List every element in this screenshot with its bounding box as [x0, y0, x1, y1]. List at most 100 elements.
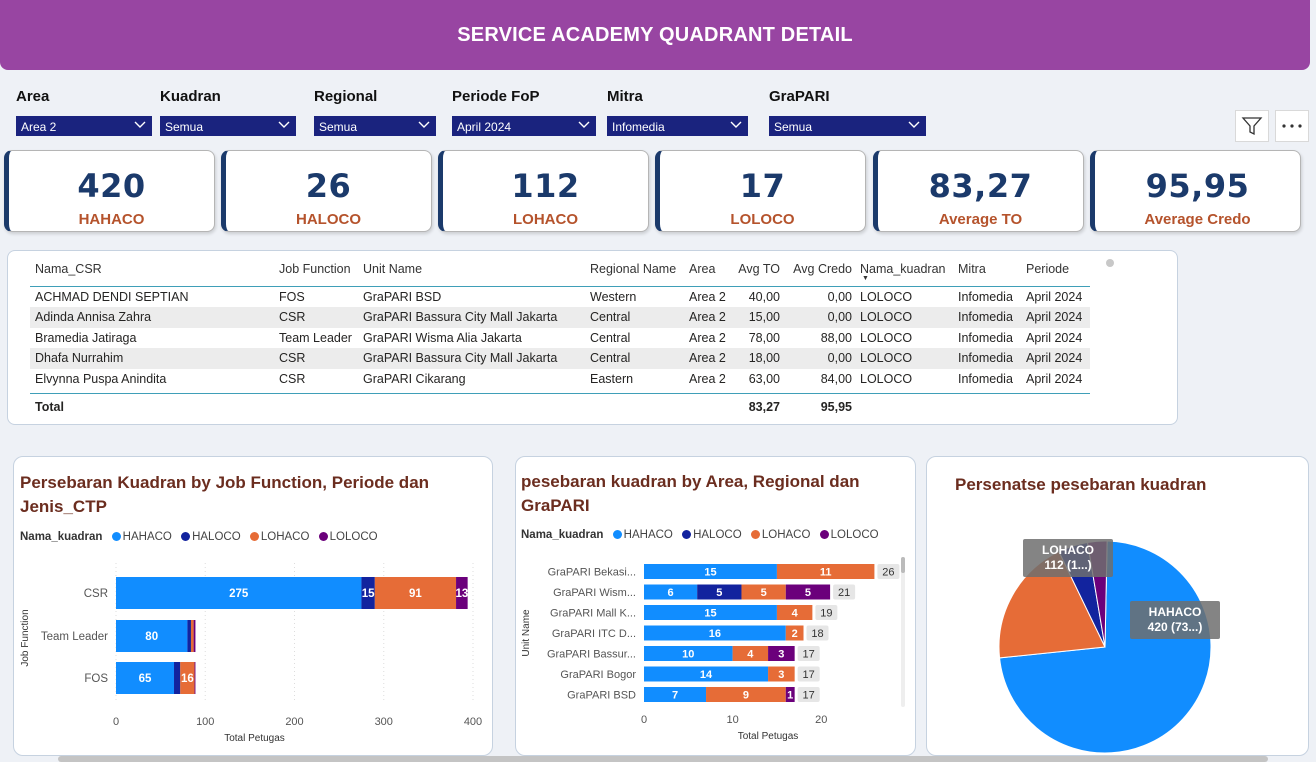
table-cell: April 2024 — [1026, 310, 1083, 325]
filter-area-label: Area — [16, 88, 50, 105]
legend-title: Nama_kuadran — [521, 529, 604, 541]
legend-item[interactable]: HAHACO — [624, 529, 673, 541]
y-category-label: GraPARI Bogor — [560, 669, 636, 681]
table-cell: Infomedia — [958, 310, 1013, 325]
chart-title: Persenatse pesebaran kuadran — [955, 475, 1207, 494]
legend-marker — [612, 530, 622, 539]
filter-grapari-value: Semua — [774, 120, 813, 134]
table-row[interactable]: ACHMAD DENDI SEPTIAN FOS GraPARI BSD Wester… — [30, 287, 1090, 307]
chart-legend: Nama_kuadran HAHACO HALOCO LOHACO LOLOCO — [20, 531, 378, 543]
table-cell: CSR — [279, 371, 306, 386]
kpi-average-to: 83,27 Average TO — [873, 150, 1084, 232]
bar-data-label: 10 — [682, 649, 694, 661]
chart-title: pesebaran kuadran by Area, Regional dan … — [521, 472, 860, 515]
x-tick-label: 10 — [726, 714, 738, 726]
page-scrollbar[interactable] — [58, 756, 1268, 762]
table-cell: CSR — [279, 351, 306, 366]
chevron-down-icon — [908, 121, 920, 128]
table-cell: 18,00 — [748, 351, 780, 366]
y-axis-title: Job Function — [20, 609, 31, 666]
table-cell: GraPARI Wisma Alia Jakarta — [363, 330, 522, 345]
legend-item[interactable]: LOHACO — [261, 531, 310, 543]
filter-grapari-label: GraPARI — [769, 88, 830, 105]
kpi-label: Average Credo — [1144, 211, 1251, 228]
total-label: Total — [35, 399, 64, 414]
legend-item[interactable]: HAHACO — [123, 531, 172, 543]
table-cell: ACHMAD DENDI SEPTIAN — [35, 290, 189, 304]
chart-scrollbar-thumb — [901, 557, 905, 573]
filter-pane-button[interactable] — [1235, 110, 1269, 142]
table-cell: LOLOCO — [860, 310, 913, 325]
table-cell: Infomedia — [958, 351, 1013, 366]
table-cell: 78,00 — [748, 330, 780, 345]
table-cell: Western — [590, 290, 637, 304]
filter-area-value: Area 2 — [21, 120, 57, 134]
table-row[interactable]: Adinda Annisa Zahra CSR GraPARI Bassura Ci… — [30, 307, 1090, 328]
table-cell: 15,00 — [748, 310, 780, 325]
table-cell: 63,00 — [748, 371, 780, 386]
bar-data-label: 11 — [820, 567, 832, 579]
table-row[interactable]: Elvynna Puspa Anindita CSR GraPARI Cikaran… — [30, 369, 1090, 389]
table-row[interactable]: Dhafa Nurrahim CSR GraPARI Bassura City Ma… — [30, 348, 1090, 369]
kuadran-pie-chart[interactable]: HAHACO420 (73...) LOHACO112 (1...) — [927, 507, 1308, 753]
table-cell: Area 2 — [689, 310, 726, 325]
legend-marker — [181, 532, 191, 541]
y-category-label: GraPARI BSD — [567, 690, 636, 702]
legend-item[interactable]: LOHACO — [762, 529, 811, 541]
filter-periode-label: Periode FoP — [452, 88, 540, 105]
kpi-label: LOHACO — [513, 211, 578, 228]
sort-desc-icon[interactable]: ▼ — [862, 275, 869, 282]
chevron-down-icon — [578, 121, 590, 128]
table-cell: Area 2 — [689, 371, 726, 386]
legend-item[interactable]: LOLOCO — [330, 531, 378, 543]
table-cell: Central — [590, 330, 631, 345]
table-row[interactable]: Bramedia Jatiraga Team Leader GraPARI Wism… — [30, 328, 1090, 348]
bar-segment-loloco — [193, 620, 196, 652]
filter-periode-dropdown[interactable]: April 2024 — [452, 116, 596, 136]
legend-marker — [249, 532, 259, 541]
job-function-bar-chart[interactable]: 0 100 200 300 400 Total Petugas Job Function CS… — [14, 553, 492, 753]
filter-area-dropdown[interactable]: Area 2 — [16, 116, 152, 136]
chevron-down-icon — [418, 121, 430, 128]
table-cell: Eastern — [590, 371, 634, 386]
kpi-label: LOLOCO — [730, 211, 795, 228]
legend-item[interactable]: LOLOCO — [831, 529, 879, 541]
grapari-bar-chart[interactable]: 0 10 20 Total Petugas Unit Name GraPARI Bekas… — [516, 553, 915, 749]
bar-segment-lohaco — [190, 620, 194, 652]
table-cell: 88,00 — [820, 330, 852, 345]
filter-regional-dropdown[interactable]: Semua — [314, 116, 436, 136]
detail-table: Nama_CSR Job Function Unit Name Regional Na… — [30, 259, 1090, 419]
filter-kuadran-dropdown[interactable]: Semua — [160, 116, 296, 136]
kpi-loloco: 17 LOLOCO — [655, 150, 866, 232]
bar-data-label: 1 — [787, 690, 793, 702]
bar-data-label: 15 — [362, 588, 375, 600]
table-cell: Area 2 — [689, 290, 726, 304]
filter-mitra-label: Mitra — [607, 88, 643, 105]
table-total-row: Total 83,27 95,95 — [30, 392, 1090, 419]
x-tick-label: 100 — [196, 716, 214, 728]
bar-data-label: 7 — [672, 690, 678, 702]
table-cell: GraPARI Bassura City Mall Jakarta — [363, 351, 558, 366]
pie-data-label: 112 (1...) — [1044, 558, 1091, 572]
kpi-value: 26 — [305, 167, 352, 205]
more-options-button[interactable] — [1275, 110, 1309, 142]
filter-grapari-dropdown[interactable]: Semua — [769, 116, 926, 136]
table-cell: 0,00 — [827, 351, 852, 366]
filter-mitra-dropdown[interactable]: Infomedia — [607, 116, 748, 136]
legend-title: Nama_kuadran — [20, 531, 103, 543]
legend-item[interactable]: HALOCO — [693, 529, 742, 541]
table-header: Nama_CSR Job Function Unit Name Regional Na… — [30, 259, 1090, 287]
y-category-label: FOS — [84, 673, 108, 685]
bar-total-label: 19 — [820, 608, 832, 620]
kpi-lohaco: 112 LOHACO — [438, 150, 649, 232]
bar-data-label: 16 — [181, 673, 194, 685]
filter-periode-value: April 2024 — [457, 120, 512, 134]
legend-item[interactable]: HALOCO — [192, 531, 241, 543]
table-scrollbar[interactable] — [1106, 259, 1114, 267]
page-header: SERVICE ACADEMY QUADRANT DETAIL — [0, 0, 1310, 70]
x-axis-title: Total Petugas — [738, 731, 799, 742]
column-header: Regional Name — [590, 262, 677, 276]
table-cell: CSR — [279, 310, 306, 325]
table-cell: 40,00 — [748, 290, 780, 304]
y-category-label: CSR — [84, 588, 108, 600]
